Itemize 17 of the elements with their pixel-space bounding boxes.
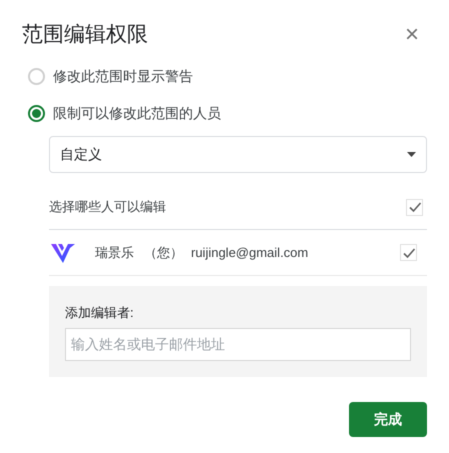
editor-name: 瑞景乐	[95, 244, 134, 262]
checkbox[interactable]	[406, 198, 423, 216]
checkbox[interactable]	[400, 244, 417, 261]
radio-button[interactable]	[28, 105, 45, 122]
option-label: 修改此范围时显示警告	[53, 67, 193, 86]
editor-note: （您）	[144, 244, 183, 262]
dialog-title: 范围编辑权限	[22, 21, 148, 48]
editor-input-field[interactable]: 输入姓名或电子邮件地址	[65, 328, 411, 360]
logo-icon	[51, 242, 75, 264]
scope-dropdown[interactable]: 自定义	[49, 136, 427, 173]
editors-header: 选择哪些人可以编辑	[49, 198, 166, 216]
add-editor-label: 添加编辑者:	[65, 304, 135, 322]
option-label: 限制可以修改此范围的人员	[53, 104, 221, 123]
editor-email: ruijingle@gmail.com	[191, 244, 308, 262]
done-button[interactable]: 完成	[349, 402, 427, 436]
close-button[interactable]: ×	[404, 23, 419, 47]
caret-icon	[407, 152, 416, 157]
